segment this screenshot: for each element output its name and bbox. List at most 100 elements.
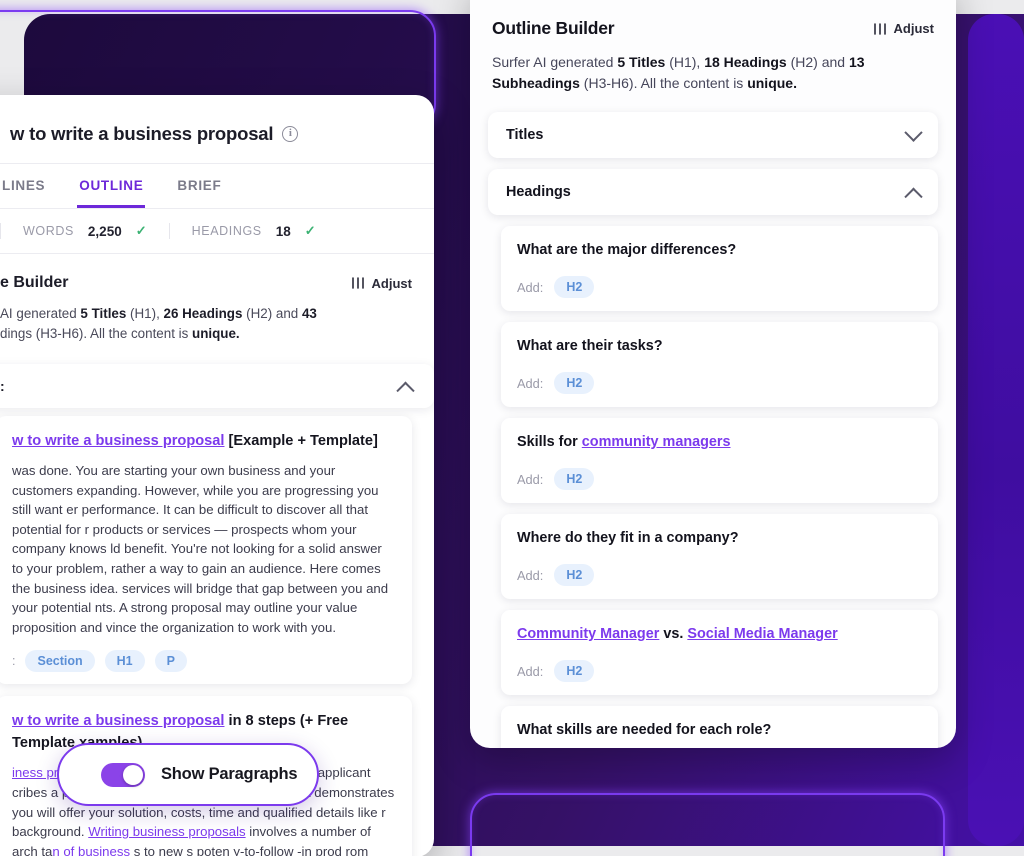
summary-subheadings-label: Subheadings (492, 75, 580, 91)
heading-card[interactable]: Where do they fit in a company? Add: H2 (501, 514, 938, 599)
chip-h2[interactable]: H2 (554, 468, 595, 490)
body-link-2[interactable]: Writing business proposals (88, 824, 245, 839)
chip-h2[interactable]: H2 (554, 660, 595, 682)
left-builder-title: e Builder (0, 274, 69, 291)
heading-card-title: Skills for community managers (517, 432, 922, 453)
outline-card-heading: w to write a business proposal [Example … (12, 430, 396, 452)
summary-mid-1: (H1), (665, 54, 705, 70)
chevron-down-icon (904, 122, 923, 142)
purple-right-band (968, 14, 1024, 846)
heading-card[interactable]: Community Manager vs. Social Media Manag… (501, 610, 938, 695)
outline-builder-panel: Outline Builder Adjust Surfer AI generat… (470, 0, 956, 748)
chip-p[interactable]: P (154, 650, 187, 673)
heading-card-title: Community Manager vs. Social Media Manag… (517, 624, 922, 645)
outline-card-link[interactable]: w to write a business proposal (12, 713, 224, 729)
accordion-titles-label: Titles (506, 127, 544, 143)
accordion-headings[interactable]: Headings (488, 169, 938, 215)
summary-unique: unique. (747, 75, 797, 91)
stat-headings-label: HEADINGS (191, 224, 262, 238)
heading-card[interactable]: What are their tasks? Add: H2 (501, 322, 938, 407)
tab-outline[interactable]: OUTLINE (77, 164, 146, 208)
left-builder-header: e Builder Adjust (0, 274, 412, 292)
heading-link[interactable]: community managers (582, 434, 731, 450)
outline-card-body: was done. You are starting your own busi… (12, 463, 389, 635)
left-builder-summary: AI generated 5 Titles (H1), 26 Headings … (0, 304, 412, 344)
summary-titles-count: 5 Titles (617, 54, 666, 70)
document-title-row: w to write a business proposal i (0, 95, 434, 164)
show-paragraphs-toggle[interactable] (101, 762, 145, 787)
stats-row: WORDS 2,250 ✓ HEADINGS 18 ✓ (0, 209, 434, 254)
heading-card-add: Add: H2 (517, 372, 922, 394)
outline-builder-header: Outline Builder Adjust Surfer AI generat… (488, 0, 938, 94)
heading-card[interactable]: Skills for community managers Add: H2 (501, 418, 938, 503)
heading-card[interactable]: What skills are needed for each role? Ad… (501, 706, 938, 748)
tune-sliders-icon (873, 22, 886, 35)
add-label: Add: (517, 663, 544, 679)
outline-card-chips: : Section H1 P (12, 650, 396, 673)
summary-subheadings-count: 43 (301, 306, 317, 321)
chip-section[interactable]: Section (25, 650, 95, 673)
heading-link-2[interactable]: Social Media Manager (687, 626, 837, 642)
tab-lines[interactable]: LINES (0, 164, 47, 208)
summary-line2: dings (H3-H6). All the content is (0, 326, 193, 341)
show-paragraphs-popover: Show Paragraphs (57, 743, 319, 806)
tab-brief[interactable]: BRIEF (175, 164, 223, 208)
outline-card-link[interactable]: w to write a business proposal (12, 433, 224, 449)
heading-link-1[interactable]: Community Manager (517, 626, 659, 642)
adjust-button[interactable]: Adjust (873, 21, 934, 36)
left-editor-panel: w to write a business proposal i LINES O… (0, 95, 434, 856)
left-section-accordion[interactable]: : (0, 364, 434, 408)
summary-mid-2: (H2) and (242, 306, 302, 321)
accordion-headings-label: Headings (506, 184, 571, 200)
stat-headings[interactable]: HEADINGS 18 ✓ (168, 223, 338, 239)
left-section-label: : (0, 378, 5, 394)
heading-cards-list: What are the major differences? Add: H2 … (488, 226, 938, 748)
heading-mid: vs. (659, 626, 688, 642)
add-label: Add: (517, 567, 544, 583)
heading-card-add: Add: H2 (517, 468, 922, 490)
summary-prefix: Surfer AI generated (492, 54, 618, 70)
chip-h2[interactable]: H2 (554, 276, 595, 298)
left-tabs: LINES OUTLINE BRIEF (0, 164, 434, 209)
outline-builder-title-row: Outline Builder Adjust (492, 18, 934, 39)
tune-sliders-icon (351, 277, 364, 289)
outline-card-heading-rest: [Example + Template] (224, 433, 378, 449)
summary-titles-count: 5 Titles (80, 306, 127, 321)
app-screenshot: w to write a business proposal i LINES O… (0, 0, 1024, 856)
adjust-label: Adjust (371, 275, 412, 291)
outline-builder-summary: Surfer AI generated 5 Titles (H1), 18 He… (492, 52, 934, 94)
chevron-up-icon (396, 381, 415, 400)
chip-h2[interactable]: H2 (554, 564, 595, 586)
heading-card-title: What skills are needed for each role? (517, 722, 772, 738)
summary-unique: unique. (192, 326, 240, 341)
heading-card-add: Add: H2 (517, 276, 922, 298)
heading-card-title: Where do they fit in a company? (517, 530, 739, 546)
adjust-label: Adjust (893, 21, 934, 36)
chip-h2[interactable]: H2 (554, 372, 595, 394)
toggle-knob (123, 764, 143, 785)
stat-words-label: WORDS (23, 224, 74, 238)
check-icon: ✓ (304, 223, 316, 238)
body-link-3[interactable]: n of business (52, 844, 130, 856)
summary-line2-mid: (H3-H6). All the content is (579, 75, 748, 91)
stat-words-value: 2,250 (87, 223, 122, 239)
heading-card-add: Add: H2 (517, 660, 922, 682)
outline-card[interactable]: w to write a business proposal [Example … (0, 416, 412, 685)
check-icon: ✓ (135, 223, 147, 238)
heading-card[interactable]: What are the major differences? Add: H2 (501, 226, 938, 311)
add-label: Add: (517, 471, 544, 487)
add-label: Add: (517, 375, 544, 391)
adjust-button[interactable]: Adjust (351, 276, 412, 291)
summary-mid-1: (H1), (126, 306, 164, 321)
outline-builder-title: Outline Builder (492, 18, 615, 38)
heading-card-title: What are their tasks? (517, 338, 663, 354)
add-label: : (12, 654, 16, 669)
chip-h1[interactable]: H1 (104, 650, 145, 673)
heading-prefix: Skills for (517, 434, 582, 450)
heading-card-add: Add: H2 (517, 564, 922, 586)
info-icon[interactable]: i (282, 126, 299, 142)
add-label: Add: (517, 279, 544, 295)
accordion-titles[interactable]: Titles (488, 112, 938, 158)
summary-headings-count: 18 Headings (704, 54, 787, 70)
stat-words[interactable]: WORDS 2,250 ✓ (0, 223, 169, 239)
